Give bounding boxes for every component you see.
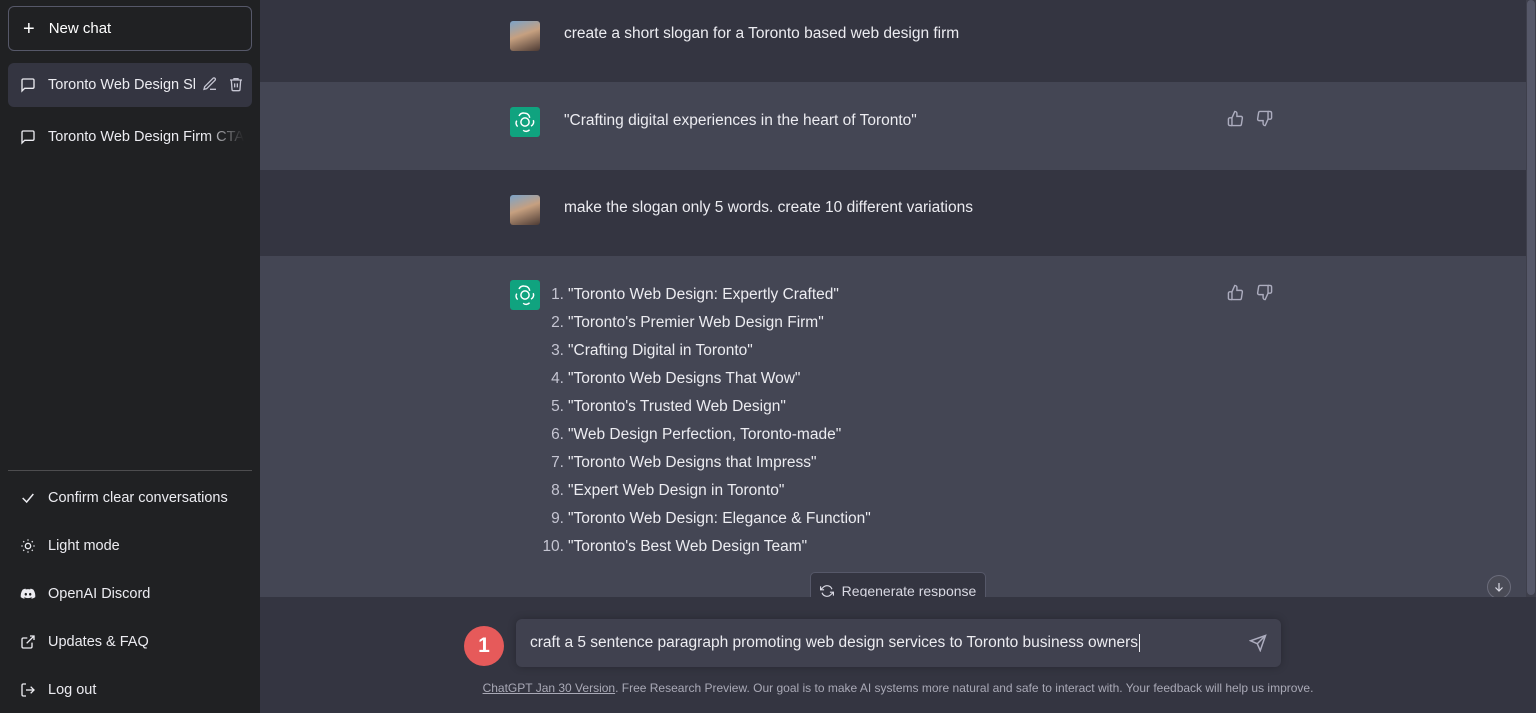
scrollbar-track[interactable] (1526, 0, 1536, 597)
chat-main: create a short slogan for a Toronto base… (260, 0, 1536, 713)
list-number: 5. (551, 398, 564, 415)
feedback-buttons (1227, 110, 1273, 127)
assistant-message-row: 1. "Toronto Web Design: Expertly Crafted"… (260, 256, 1526, 597)
footer-disclaimer: ChatGPT Jan 30 Version. Free Research Pr… (260, 681, 1536, 695)
edit-icon[interactable] (202, 76, 218, 92)
sun-icon (21, 539, 35, 553)
feedback-buttons (1227, 284, 1273, 301)
new-chat-button[interactable]: + New chat (8, 6, 252, 51)
user-message-row: create a short slogan for a Toronto base… (260, 0, 1526, 82)
assistant-message-text: "Crafting digital experiences in the hea… (564, 112, 917, 129)
version-link[interactable]: ChatGPT Jan 30 Version (483, 681, 616, 695)
openai-logo-icon (510, 280, 540, 310)
list-item: 3. "Crafting Digital in Toronto" (542, 337, 871, 365)
user-avatar (510, 21, 540, 51)
send-icon[interactable] (1249, 634, 1267, 652)
list-item: 8. "Expert Web Design in Toronto" (542, 477, 871, 505)
conversation-title: Toronto Web Design Firm CTA (48, 129, 245, 145)
list-text: "Expert Web Design in Toronto" (568, 482, 785, 499)
conversation-item-active[interactable]: Toronto Web Design Sl (8, 63, 252, 107)
menu-label: Log out (48, 682, 97, 698)
conversation-item[interactable]: Toronto Web Design Firm CTA (8, 115, 252, 159)
refresh-icon (819, 585, 834, 597)
list-number: 10. (542, 538, 564, 555)
external-link-icon (21, 635, 35, 649)
list-item: 5. "Toronto's Trusted Web Design" (542, 393, 871, 421)
list-number: 9. (551, 510, 564, 527)
thumbs-up-icon[interactable] (1227, 284, 1244, 301)
list-item: 9. "Toronto Web Design: Elegance & Functi… (542, 505, 871, 533)
list-number: 3. (551, 342, 564, 359)
step-badge: 1 (464, 626, 504, 666)
updates-faq-link[interactable]: Updates & FAQ (8, 620, 252, 664)
thumbs-down-icon[interactable] (1256, 110, 1273, 127)
openai-logo-icon (510, 107, 540, 137)
list-text: "Toronto Web Design: Elegance & Function… (568, 510, 871, 527)
list-text: "Toronto's Premier Web Design Firm" (568, 314, 824, 331)
conversation-actions (202, 76, 244, 92)
list-item: 6. "Web Design Perfection, Toronto-made" (542, 421, 871, 449)
user-message-text: create a short slogan for a Toronto base… (564, 25, 960, 42)
trash-icon[interactable] (228, 76, 244, 92)
new-chat-label: New chat (48, 20, 112, 37)
list-text: "Toronto Web Designs that Impress" (568, 454, 817, 471)
conversation-title: Toronto Web Design Sl (48, 77, 197, 93)
scrollbar-thumb[interactable] (1527, 0, 1535, 595)
list-number: 2. (551, 314, 564, 331)
discord-icon (20, 588, 36, 599)
light-mode-button[interactable]: Light mode (8, 524, 252, 568)
menu-label: Light mode (48, 538, 120, 554)
thumbs-up-icon[interactable] (1227, 110, 1244, 127)
list-item: 7. "Toronto Web Designs that Impress" (542, 449, 871, 477)
sidebar-divider (8, 470, 252, 471)
list-number: 6. (551, 426, 564, 443)
list-item: 4. "Toronto Web Designs That Wow" (542, 365, 871, 393)
prompt-input-value[interactable]: craft a 5 sentence paragraph promoting w… (530, 634, 1138, 652)
user-message-row: make the slogan only 5 words. create 10 … (260, 170, 1526, 256)
log-out-button[interactable]: Log out (8, 668, 252, 712)
menu-label: OpenAI Discord (48, 586, 151, 602)
list-text: "Toronto's Best Web Design Team" (568, 538, 808, 555)
assistant-message-row: "Crafting digital experiences in the hea… (260, 82, 1526, 170)
plus-icon: + (23, 17, 35, 40)
list-item: 2. "Toronto's Premier Web Design Firm" (542, 309, 871, 337)
list-number: 4. (551, 370, 564, 387)
logout-icon (21, 683, 35, 697)
confirm-clear-conversations-button[interactable]: Confirm clear conversations (8, 476, 252, 520)
prompt-input[interactable]: craft a 5 sentence paragraph promoting w… (516, 619, 1281, 667)
menu-label: Updates & FAQ (48, 634, 149, 650)
composer-area: 1 craft a 5 sentence paragraph promoting… (260, 597, 1536, 713)
check-icon (22, 493, 34, 504)
arrow-down-icon (1495, 583, 1503, 592)
list-number: 1. (551, 286, 564, 303)
list-text: "Toronto Web Design: Expertly Crafted" (568, 286, 839, 303)
chat-bubble-icon (21, 78, 35, 93)
list-item: 1. "Toronto Web Design: Expertly Crafted" (542, 281, 871, 309)
list-text: "Web Design Perfection, Toronto-made" (568, 426, 842, 443)
list-text: "Toronto's Trusted Web Design" (568, 398, 786, 415)
list-text: "Crafting Digital in Toronto" (568, 342, 753, 359)
text-caret (1139, 634, 1141, 652)
list-text: "Toronto Web Designs That Wow" (568, 370, 801, 387)
user-message-text: make the slogan only 5 words. create 10 … (564, 199, 973, 216)
scroll-to-bottom-button[interactable] (1487, 575, 1511, 599)
openai-discord-link[interactable]: OpenAI Discord (8, 572, 252, 616)
chat-bubble-icon (21, 130, 35, 145)
footer-text: . Free Research Preview. Our goal is to … (615, 681, 1314, 695)
list-number: 8. (551, 482, 564, 499)
list-item: 10. "Toronto's Best Web Design Team" (542, 533, 871, 561)
list-number: 7. (551, 454, 564, 471)
user-avatar (510, 195, 540, 225)
thumbs-down-icon[interactable] (1256, 284, 1273, 301)
sidebar: + New chat Toronto Web Design Sl Toronto… (0, 0, 260, 713)
menu-label: Confirm clear conversations (48, 490, 228, 506)
slogan-list: 1. "Toronto Web Design: Expertly Crafted"… (542, 281, 871, 561)
